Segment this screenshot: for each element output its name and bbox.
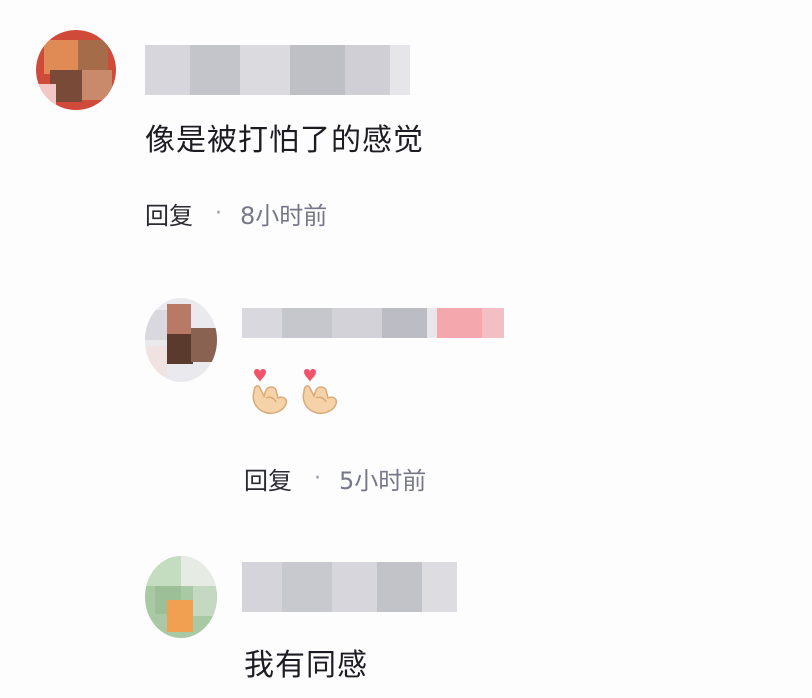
reply-comment-item: 我有同感 <box>0 0 812 698</box>
comment-text: 我有同感 <box>244 648 368 683</box>
user-avatar[interactable] <box>145 556 217 638</box>
username-blurred[interactable] <box>242 562 457 612</box>
